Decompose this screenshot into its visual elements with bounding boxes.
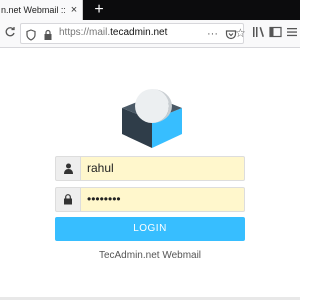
url-bar[interactable]: https://mail.tecadmin.net ··· ☆ <box>20 23 246 46</box>
bookmark-star-icon[interactable]: ☆ <box>235 27 246 40</box>
tab-title: n.net Webmail :: Welc <box>1 5 65 15</box>
browser-title-bar: n.net Webmail :: Welc × + <box>0 0 300 20</box>
username-field: rahul <box>55 156 245 181</box>
shield-icon[interactable] <box>26 28 36 46</box>
url-host: tecadmin.net <box>110 27 168 38</box>
browser-tab[interactable]: n.net Webmail :: Welc × <box>0 0 83 20</box>
more-actions-icon[interactable]: ··· <box>207 28 218 40</box>
lock-icon <box>55 187 81 212</box>
password-input[interactable]: •••••••• <box>81 187 245 212</box>
new-tab-button[interactable]: + <box>91 1 107 19</box>
library-icon[interactable] <box>251 26 265 40</box>
password-field: •••••••• <box>55 187 245 212</box>
menu-icon[interactable] <box>285 26 299 40</box>
user-icon <box>55 156 81 181</box>
username-input[interactable]: rahul <box>81 156 245 181</box>
footer-text: TecAdmin.net Webmail <box>98 250 202 261</box>
url-text: https://mail.tecadmin.net <box>59 27 167 38</box>
url-scheme: https://mail. <box>59 27 111 38</box>
reload-icon[interactable] <box>3 26 17 40</box>
sidebar-icon[interactable] <box>268 26 282 40</box>
browser-nav-bar: https://mail.tecadmin.net ··· ☆ <box>0 20 300 48</box>
roundcube-logo <box>120 86 184 150</box>
tab-close-icon[interactable]: × <box>68 4 80 16</box>
lock-icon[interactable] <box>43 28 53 46</box>
login-button[interactable]: LOGIN <box>55 217 245 241</box>
